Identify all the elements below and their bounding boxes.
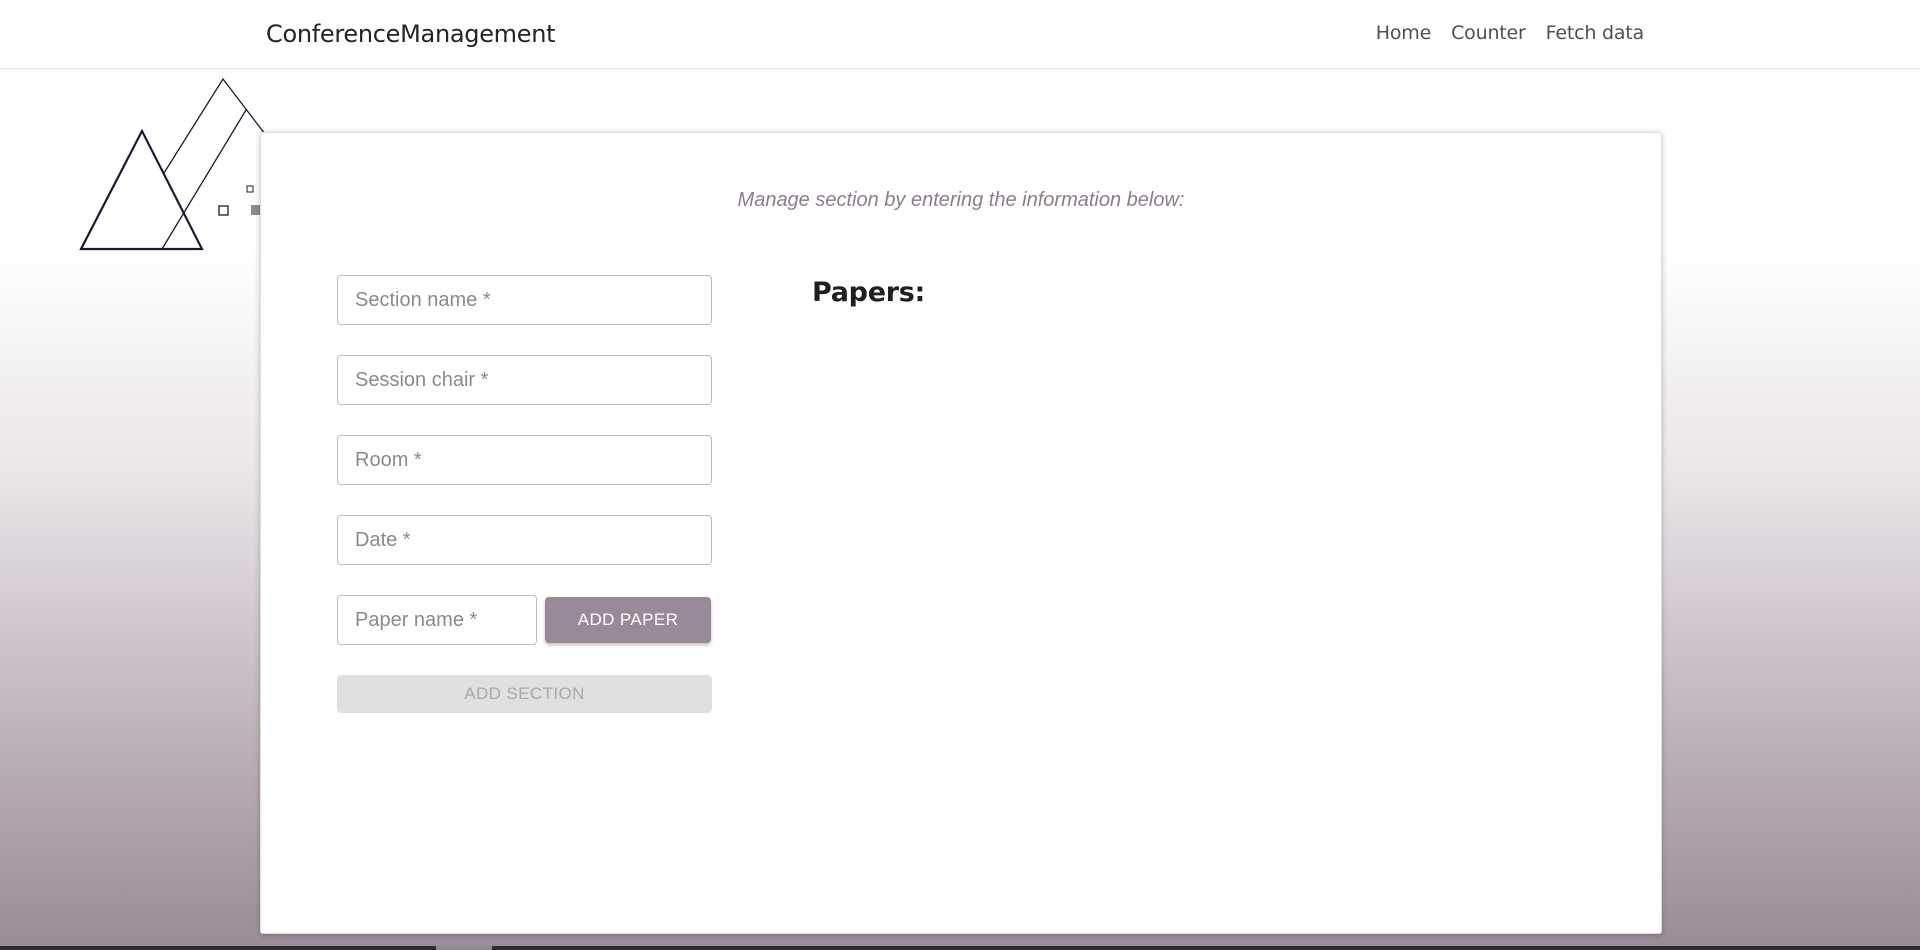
add-paper-button[interactable]: ADD PAPER xyxy=(545,597,711,643)
brand-link[interactable]: ConferenceManagement xyxy=(266,20,556,48)
nav-links: Home Counter Fetch data xyxy=(1376,22,1644,44)
horizontal-scrollbar[interactable] xyxy=(0,946,1920,950)
section-name-input[interactable] xyxy=(337,275,712,325)
room-input[interactable] xyxy=(337,435,712,485)
nav-fetch-data-link[interactable]: Fetch data xyxy=(1546,22,1645,44)
triangles-logo-icon xyxy=(78,76,269,261)
nav-counter-link[interactable]: Counter xyxy=(1451,22,1526,44)
add-section-button[interactable]: ADD SECTION xyxy=(337,675,712,713)
papers-heading: Papers: xyxy=(812,277,926,308)
top-navbar: ConferenceManagement Home Counter Fetch … xyxy=(0,0,1920,69)
scrollbar-thumb[interactable] xyxy=(436,946,492,950)
form-subtitle: Manage section by entering the informati… xyxy=(737,189,1185,211)
section-form-card: Manage section by entering the informati… xyxy=(260,132,1662,934)
paper-name-input[interactable] xyxy=(337,595,537,645)
date-input[interactable] xyxy=(337,515,712,565)
session-chair-input[interactable] xyxy=(337,355,712,405)
nav-home-link[interactable]: Home xyxy=(1376,22,1432,44)
